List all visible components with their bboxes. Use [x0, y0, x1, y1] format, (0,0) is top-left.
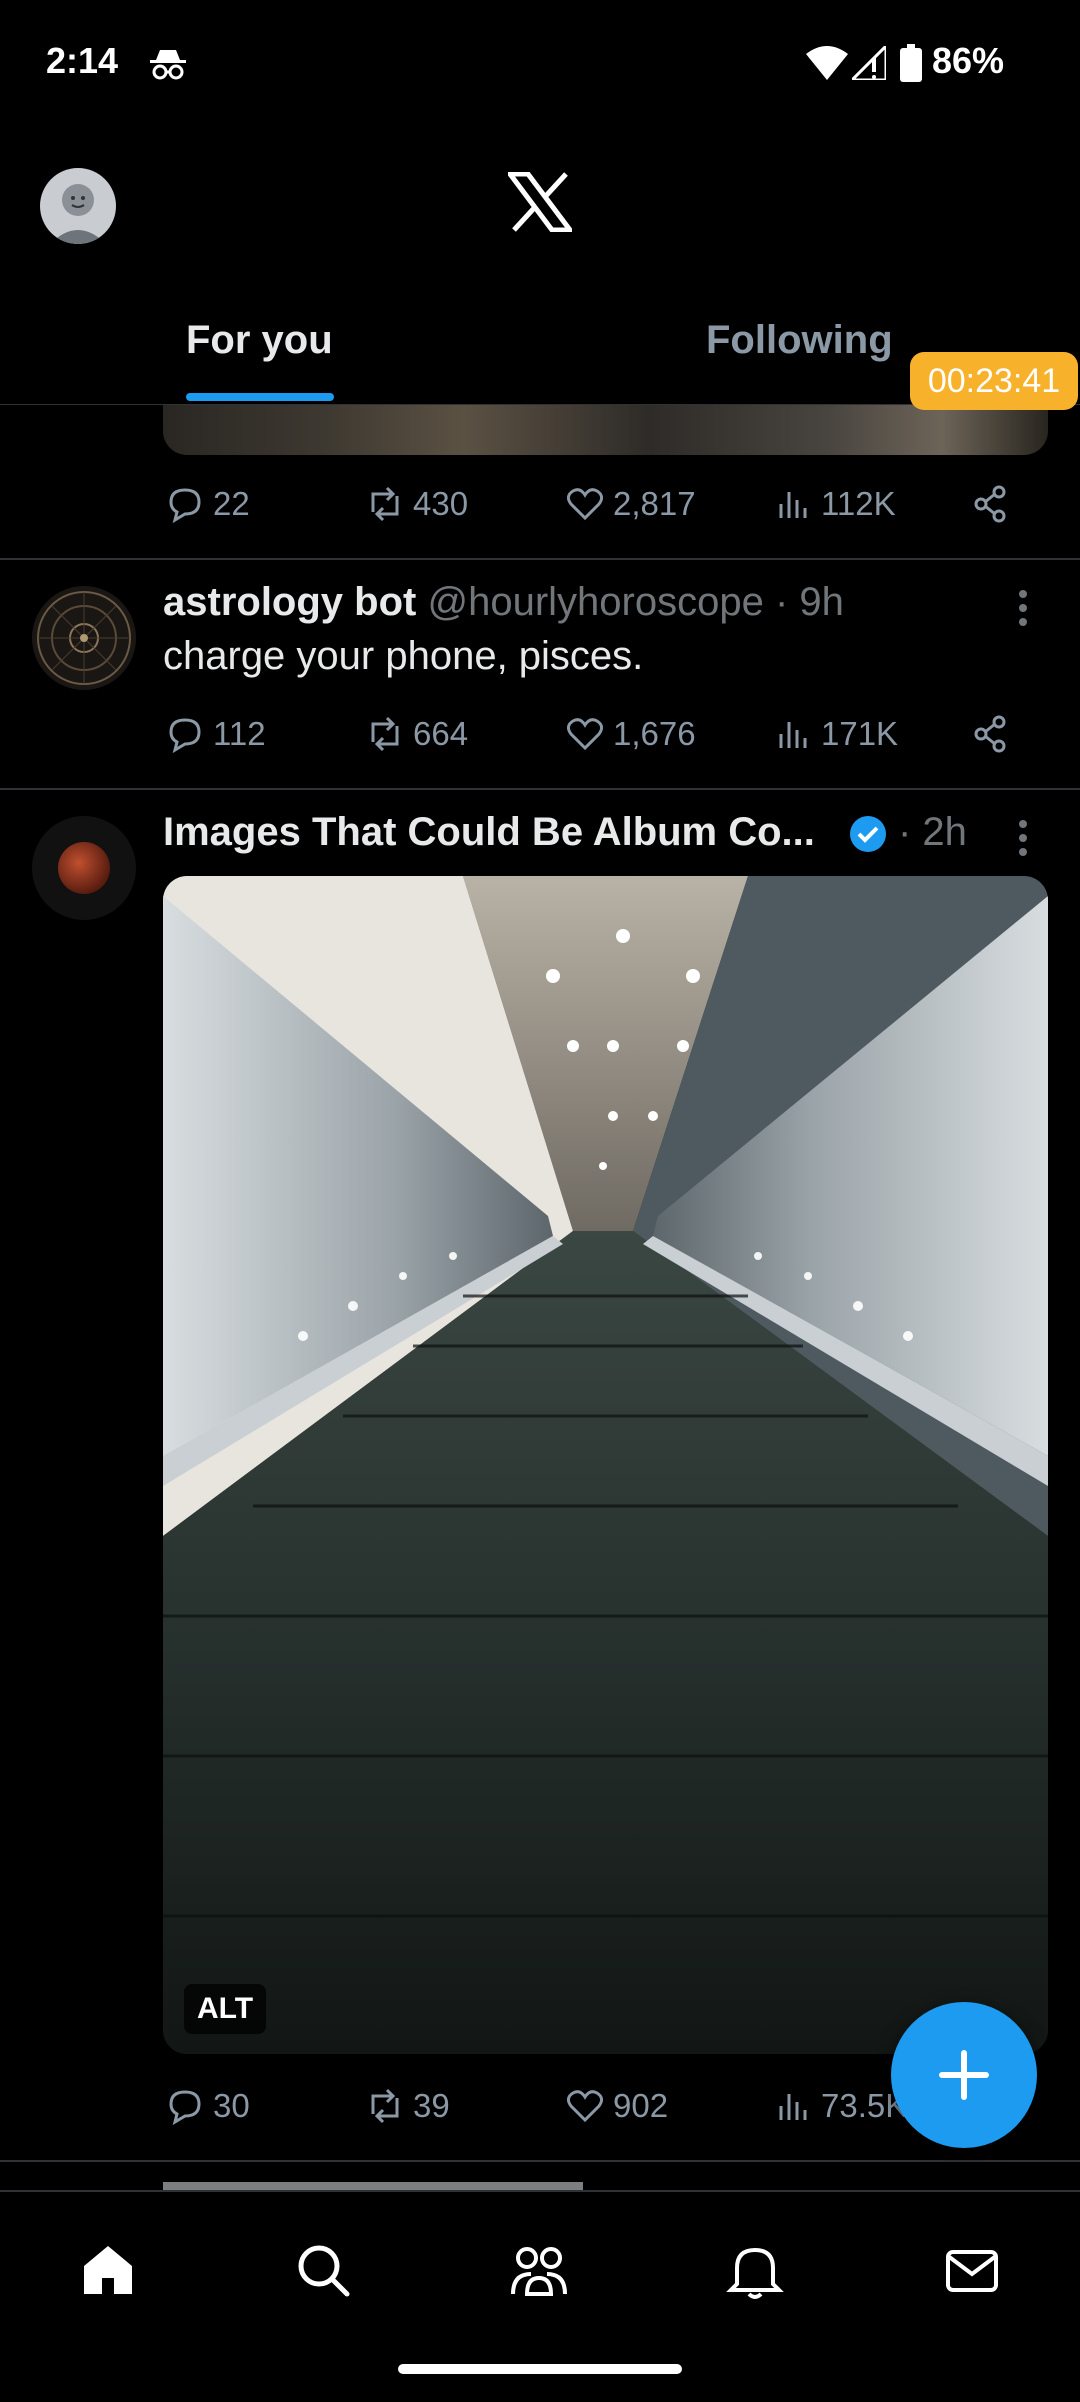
tweet-media-escalator[interactable] [163, 876, 1048, 2054]
home-gesture-bar[interactable] [398, 2364, 682, 2374]
heart-icon [566, 488, 604, 521]
more-options-icon[interactable] [1015, 818, 1031, 858]
tweet-divider [0, 558, 1080, 560]
repost-count: 430 [413, 485, 469, 522]
verified-badge-icon [848, 814, 888, 854]
heart-icon [566, 718, 604, 751]
next-tweet-peek [163, 2174, 923, 2190]
previous-tweet-media[interactable] [163, 405, 1048, 455]
share-button[interactable] [969, 712, 1013, 756]
tab-following[interactable]: Following [706, 318, 893, 363]
tweet-actions: 112 664 1,676 171K [163, 712, 1023, 762]
previous-tweet-actions: 22 430 2,817 112K [163, 482, 1023, 532]
views-icon [779, 492, 807, 518]
more-options-icon[interactable] [1015, 588, 1031, 628]
tweet-header: astrology bot @hourlyhoroscope · 9h [163, 580, 844, 625]
repost-count: 39 [413, 2087, 450, 2124]
incognito-icon [148, 46, 188, 82]
x-logo-icon[interactable] [508, 172, 572, 232]
tweet-divider [0, 2160, 1080, 2162]
like-count: 902 [613, 2087, 669, 2124]
reply-icon [169, 488, 201, 524]
reply-count: 30 [213, 2087, 250, 2124]
search-icon[interactable] [293, 2240, 353, 2300]
reply-button[interactable]: 112 [163, 712, 266, 756]
tweet-time-wrap: · 2h [898, 810, 967, 855]
profile-avatar[interactable] [40, 168, 116, 244]
plus-icon [939, 2050, 989, 2100]
avatar[interactable] [32, 816, 136, 920]
views-icon [779, 722, 807, 748]
share-button[interactable] [969, 482, 1013, 526]
home-icon[interactable] [78, 2240, 138, 2300]
repost-icon [371, 486, 399, 522]
views-count: 112K [821, 485, 896, 522]
views-button[interactable]: 112K [771, 482, 896, 526]
avatar[interactable] [32, 586, 136, 690]
repost-icon [371, 2088, 399, 2124]
user-handle[interactable]: @hourlyhoroscope [427, 580, 763, 624]
tweet-header: Images That Could Be Album Co... [163, 810, 815, 855]
communities-icon[interactable] [509, 2240, 569, 2300]
signal-icon [852, 46, 886, 80]
status-time: 2:14 [46, 40, 119, 81]
repost-icon [371, 716, 399, 752]
reply-icon [169, 2090, 201, 2126]
tweet-text: charge your phone, pisces. [163, 634, 644, 678]
share-icon [974, 485, 1006, 523]
notifications-icon[interactable] [725, 2240, 785, 2300]
repost-button[interactable]: 430 [363, 482, 468, 526]
views-button[interactable]: 73.5K [771, 2084, 907, 2128]
reply-count: 112 [213, 715, 266, 752]
reply-button[interactable]: 30 [163, 2084, 250, 2128]
battery-icon [900, 44, 922, 82]
wifi-icon [806, 46, 848, 80]
tweet-divider [0, 788, 1080, 790]
compose-post-button[interactable] [891, 2002, 1037, 2148]
views-count: 171K [821, 715, 899, 752]
repost-button[interactable]: 39 [363, 2084, 450, 2128]
like-button[interactable]: 1,676 [563, 712, 696, 756]
messages-icon[interactable] [942, 2240, 1002, 2300]
tab-for-you[interactable]: For you [186, 318, 333, 363]
display-name[interactable]: astrology bot [163, 580, 416, 624]
alt-text-badge[interactable]: ALT [184, 1984, 266, 2034]
reply-count: 22 [213, 485, 250, 522]
active-tab-indicator [186, 393, 334, 401]
views-icon [779, 2094, 807, 2120]
like-count: 1,676 [613, 715, 696, 752]
tweet-time: · 9h [774, 580, 844, 624]
tweet-time: · 2h [898, 810, 967, 854]
reply-icon [169, 718, 201, 754]
like-button[interactable]: 902 [563, 2084, 668, 2128]
views-button[interactable]: 171K [771, 712, 898, 756]
repost-button[interactable]: 664 [363, 712, 468, 756]
share-icon [974, 715, 1006, 753]
like-count: 2,817 [613, 485, 696, 522]
heart-icon [566, 2090, 604, 2123]
like-button[interactable]: 2,817 [563, 482, 696, 526]
reply-button[interactable]: 22 [163, 482, 250, 526]
timer-badge: 00:23:41 [910, 352, 1078, 410]
repost-count: 664 [413, 715, 469, 752]
display-name[interactable]: Images That Could Be Album Co... [163, 810, 815, 854]
battery-percentage: 86% [932, 40, 1005, 81]
